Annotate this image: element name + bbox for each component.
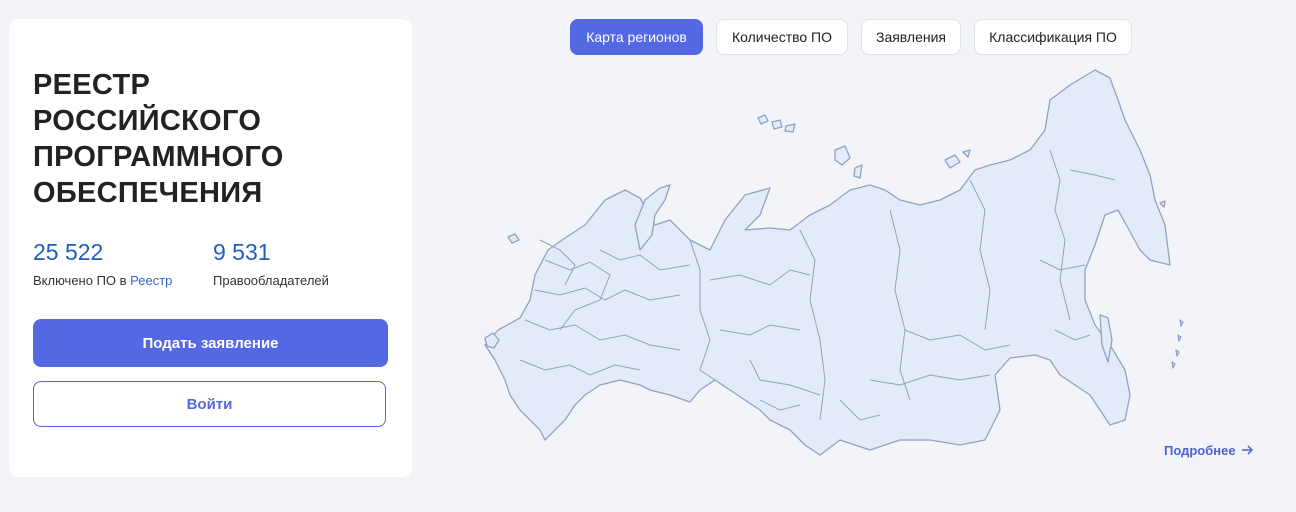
tab-classification[interactable]: Классификация ПО <box>974 19 1132 55</box>
stat-software-label-text: Включено ПО в <box>33 273 131 288</box>
registry-link[interactable]: Реестр <box>130 273 172 288</box>
more-link[interactable]: Подробнее <box>1164 443 1254 458</box>
registry-card: РЕЕСТР РОССИЙСКОГО ПРОГРАММНОГО ОБЕСПЕЧЕ… <box>9 19 412 477</box>
stat-rightholders-value: 9 531 <box>213 239 271 265</box>
russia-regions-map[interactable] <box>470 60 1190 470</box>
login-button[interactable]: Войти <box>33 381 386 427</box>
map-kaliningrad <box>507 233 520 244</box>
stat-software-count: 25 522 Включено ПО в Реестр <box>33 237 172 288</box>
tab-software-count[interactable]: Количество ПО <box>716 19 848 55</box>
stat-software-label: Включено ПО в Реестр <box>33 273 172 288</box>
stat-software-value: 25 522 <box>33 239 104 265</box>
tab-applications[interactable]: Заявления <box>861 19 961 55</box>
map-new-siberian-islands <box>944 154 961 169</box>
map-wrangel-island <box>1159 200 1166 208</box>
map-franz-josef-land <box>757 114 769 125</box>
stat-rightholders-count: 9 531 Правообладателей <box>213 237 329 288</box>
more-label: Подробнее <box>1164 443 1236 458</box>
stat-rightholders-label: Правообладателей <box>213 273 329 288</box>
page-title: РЕЕСТР РОССИЙСКОГО ПРОГРАММНОГО ОБЕСПЕЧЕ… <box>33 69 284 209</box>
map-severnaya-zemlya <box>834 145 851 166</box>
apply-button[interactable]: Подать заявление <box>33 319 388 367</box>
tab-region-map[interactable]: Карта регионов <box>570 19 703 55</box>
map-kuril-islands <box>1179 319 1184 327</box>
arrow-right-icon <box>1241 443 1254 458</box>
